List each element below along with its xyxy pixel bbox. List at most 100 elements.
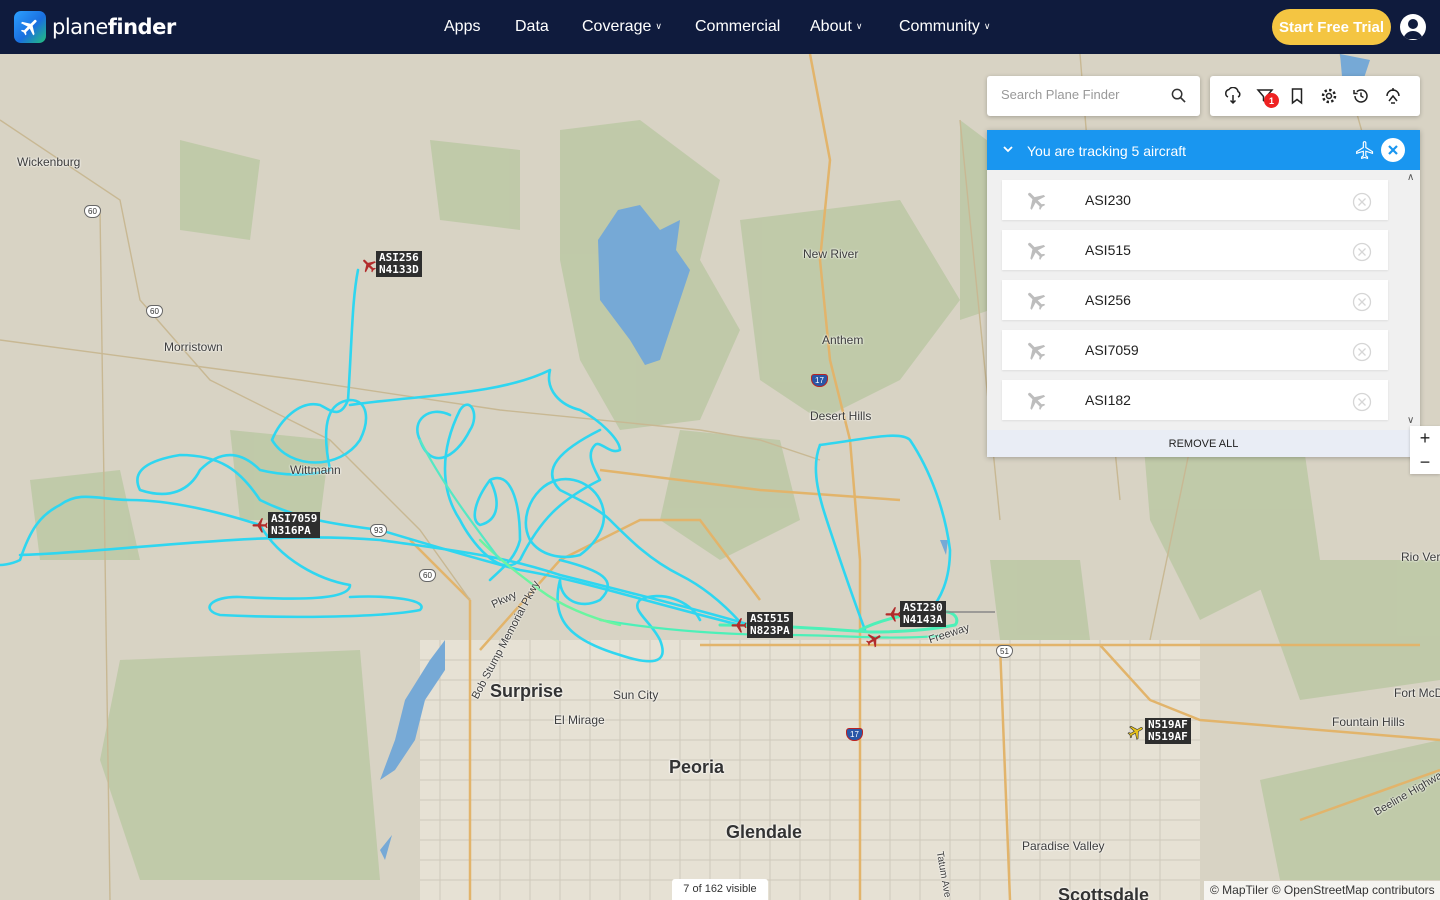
nav-data-label: Data xyxy=(515,18,549,35)
flight-label[interactable]: ASI230 N4143A xyxy=(900,601,946,627)
zoom-in-button[interactable]: + xyxy=(1410,426,1440,450)
zoom-out-button[interactable]: − xyxy=(1410,450,1440,474)
chevron-down-icon[interactable] xyxy=(1002,143,1014,155)
close-tracking-button[interactable] xyxy=(1381,138,1405,162)
account-avatar-icon[interactable] xyxy=(1400,14,1426,40)
aircraft-silhouette-icon xyxy=(1024,188,1048,217)
flight-label[interactable]: ASI7059 N316PA xyxy=(268,512,321,538)
tracked-aircraft-callsign: ASI256 xyxy=(1085,292,1131,308)
flight-registration: N316PA xyxy=(271,524,311,537)
map-tools-bar xyxy=(1210,76,1420,116)
weather-icon[interactable] xyxy=(1224,87,1242,105)
chevron-down-icon: ∨ xyxy=(655,21,662,31)
place-label-sun-city: Sun City xyxy=(613,688,659,702)
filter-count-badge: 1 xyxy=(1264,93,1279,108)
flight-label[interactable]: ASI515 N823PA xyxy=(747,612,793,638)
place-label-el-mirage: El Mirage xyxy=(554,713,605,727)
nav-about-label: About xyxy=(810,18,852,35)
bookmark-icon[interactable] xyxy=(1288,87,1306,105)
place-label-fountain-hills: Fountain Hills xyxy=(1332,715,1405,729)
sr-51-shield-icon: 51 xyxy=(996,645,1013,658)
nav-coverage[interactable]: Coverage ∨ xyxy=(582,18,662,36)
flight-registration: N4133D xyxy=(379,263,419,276)
nav-commercial-label: Commercial xyxy=(695,18,781,35)
tracked-aircraft-row[interactable]: ASI182 xyxy=(1002,380,1388,420)
playback-history-icon[interactable] xyxy=(1352,87,1370,105)
us-60-shield-icon: 60 xyxy=(419,569,436,582)
close-icon xyxy=(1388,145,1398,155)
tracked-plane-icon xyxy=(1356,141,1374,160)
nav-commercial[interactable]: Commercial xyxy=(695,18,780,36)
tracked-aircraft-row[interactable]: ASI230 xyxy=(1002,180,1388,220)
search-input[interactable] xyxy=(1001,87,1161,102)
remove-aircraft-icon[interactable] xyxy=(1352,192,1372,217)
place-label-surprise: Surprise xyxy=(490,681,564,701)
airport-icon[interactable] xyxy=(1384,87,1402,105)
aircraft-silhouette-icon xyxy=(1024,338,1048,367)
flight-label[interactable]: N519AF N519AF xyxy=(1145,718,1191,744)
place-label-wickenburg: Wickenburg xyxy=(17,155,81,169)
tracking-panel-header: You are tracking 5 aircraft xyxy=(987,130,1420,170)
place-label-new-river: New River xyxy=(803,247,859,261)
search-box xyxy=(987,76,1200,116)
chevron-down-icon: ∨ xyxy=(983,21,991,31)
flight-registration: N519AF xyxy=(1148,730,1188,743)
chevron-down-icon: ∨ xyxy=(855,21,863,31)
nav-data[interactable]: Data xyxy=(515,18,549,36)
search-icon[interactable] xyxy=(1171,88,1186,103)
tracked-aircraft-list: ASI230 ASI515 ASI256 ASI7059 ASI182 xyxy=(987,170,1420,430)
tracked-aircraft-row[interactable]: ASI515 xyxy=(1002,230,1388,270)
nav-community[interactable]: Community ∨ xyxy=(899,18,991,36)
remove-aircraft-icon[interactable] xyxy=(1352,292,1372,317)
flight-registration: N823PA xyxy=(750,624,790,637)
tracking-title: You are tracking 5 aircraft xyxy=(1027,143,1187,159)
aircraft-marker-icon[interactable] xyxy=(730,616,748,634)
us-93-shield-icon: 93 xyxy=(370,524,387,537)
tracked-aircraft-row[interactable]: ASI7059 xyxy=(1002,330,1388,370)
planefinder-logo[interactable]: planefinder xyxy=(14,11,176,43)
remove-aircraft-icon[interactable] xyxy=(1352,242,1372,267)
tracked-aircraft-callsign: ASI182 xyxy=(1085,392,1131,408)
brand-name-part-a: plane xyxy=(52,15,108,39)
remove-aircraft-icon[interactable] xyxy=(1352,392,1372,417)
nav-community-label: Community xyxy=(899,18,980,35)
place-label-desert-hills: Desert Hills xyxy=(810,409,872,423)
tracked-aircraft-callsign: ASI515 xyxy=(1085,242,1131,258)
place-label-paradise-valley: Paradise Valley xyxy=(1022,839,1105,853)
place-label-rio-verde: Rio Verd xyxy=(1401,550,1440,564)
us-60-shield-icon: 60 xyxy=(84,205,101,218)
zoom-controls: + − xyxy=(1410,426,1440,474)
aircraft-silhouette-icon xyxy=(1024,388,1048,417)
scroll-up-icon[interactable]: ∧ xyxy=(1407,172,1414,183)
remove-all-label: REMOVE ALL xyxy=(1168,437,1239,450)
start-free-trial-label: Start Free Trial xyxy=(1278,18,1385,36)
nav-coverage-label: Coverage xyxy=(582,18,652,35)
aircraft-marker-icon[interactable] xyxy=(251,516,269,534)
nav-apps[interactable]: Apps xyxy=(444,18,480,36)
scroll-down-icon[interactable]: ∨ xyxy=(1407,415,1414,426)
flight-label[interactable]: ASI256 N4133D xyxy=(376,251,422,277)
place-label-glendale: Glendale xyxy=(726,822,803,842)
place-label-anthem: Anthem xyxy=(822,333,864,347)
tracked-aircraft-row[interactable]: ASI256 xyxy=(1002,280,1388,320)
tracked-aircraft-callsign: ASI7059 xyxy=(1085,342,1139,358)
place-label-morristown: Morristown xyxy=(164,340,223,354)
nav-about[interactable]: About ∨ xyxy=(810,18,862,36)
aircraft-silhouette-icon xyxy=(1024,288,1048,317)
top-navigation-bar: planefinder Apps Data Coverage ∨ Commerci… xyxy=(0,0,1440,54)
place-label-fort-mcdowell: Fort McD xyxy=(1394,686,1440,700)
map-attribution: © MapTiler © OpenStreetMap contributors xyxy=(1204,881,1440,900)
plane-logo-icon xyxy=(14,11,46,43)
remove-aircraft-icon[interactable] xyxy=(1352,342,1372,367)
start-free-trial-button[interactable]: Start Free Trial xyxy=(1272,9,1391,45)
brand-name: planefinder xyxy=(52,15,176,39)
visible-aircraft-count: 7 of 162 visible xyxy=(672,879,768,900)
aircraft-silhouette-icon xyxy=(1024,238,1048,267)
place-label-wittmann: Wittmann xyxy=(290,463,341,477)
remove-all-button[interactable]: REMOVE ALL xyxy=(987,430,1420,457)
aircraft-marker-icon[interactable] xyxy=(1127,723,1145,741)
tracked-aircraft-callsign: ASI230 xyxy=(1085,192,1131,208)
settings-icon[interactable] xyxy=(1320,87,1338,105)
flight-registration: N4143A xyxy=(903,613,943,626)
aircraft-marker-icon[interactable] xyxy=(865,631,883,649)
